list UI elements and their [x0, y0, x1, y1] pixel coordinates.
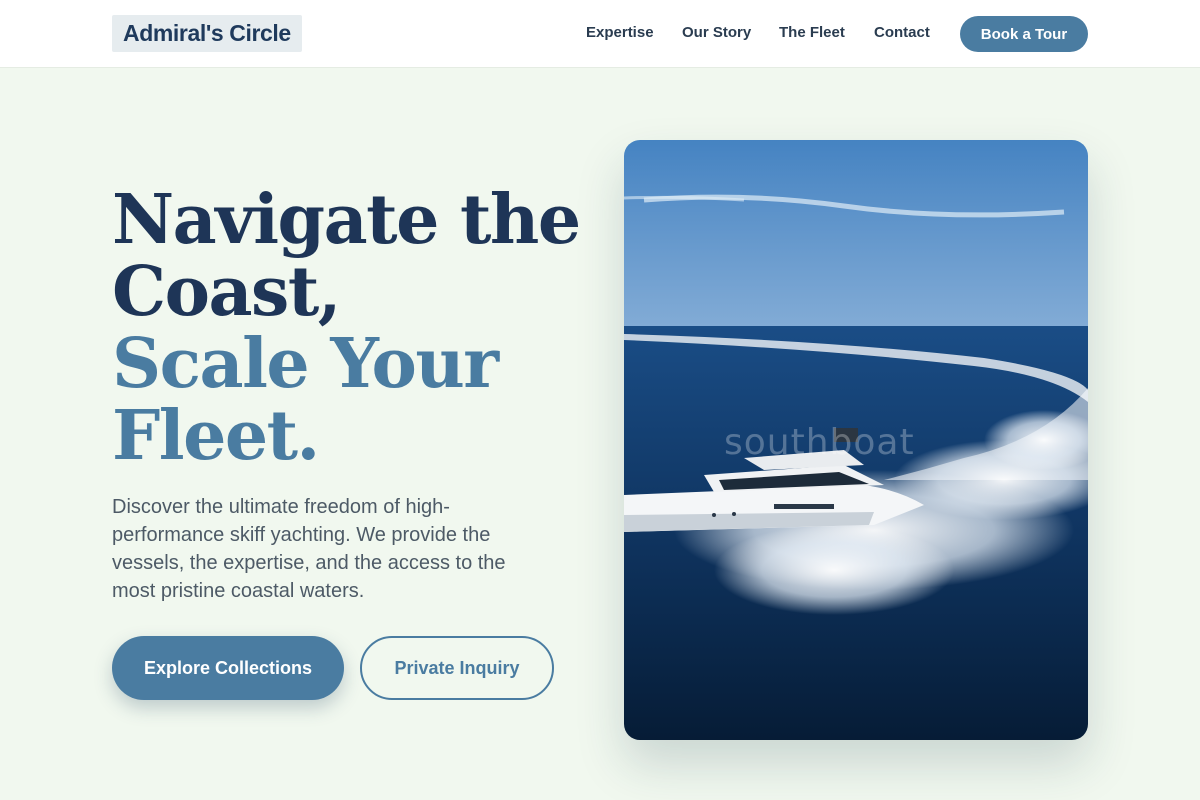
hero-yacht-image: southboat — [624, 140, 1088, 740]
hero-title-line1: Navigate the — [112, 180, 581, 260]
hero-title: Navigate the Coast, Scale Your Fleet. — [112, 184, 592, 472]
explore-collections-button[interactable]: Explore Collections — [112, 636, 344, 700]
nav-the-fleet[interactable]: The Fleet — [779, 24, 845, 41]
hero-title-line4: Fleet. — [112, 396, 320, 476]
nav-expertise[interactable]: Expertise — [586, 24, 654, 41]
book-tour-button[interactable]: Book a Tour — [960, 16, 1088, 52]
hero-title-line3: Scale Your — [112, 324, 499, 404]
private-inquiry-button[interactable]: Private Inquiry — [360, 636, 554, 700]
site-header: Admiral's Circle Expertise Our Story The… — [0, 0, 1200, 68]
nav-contact[interactable]: Contact — [874, 24, 930, 41]
site-logo[interactable]: Admiral's Circle — [112, 15, 302, 52]
hero-subtitle: Discover the ultimate freedom of high-pe… — [112, 496, 506, 602]
hero-title-line2: Coast, — [112, 252, 341, 332]
nav-our-story[interactable]: Our Story — [682, 24, 751, 41]
image-watermark: southboat — [724, 422, 915, 463]
